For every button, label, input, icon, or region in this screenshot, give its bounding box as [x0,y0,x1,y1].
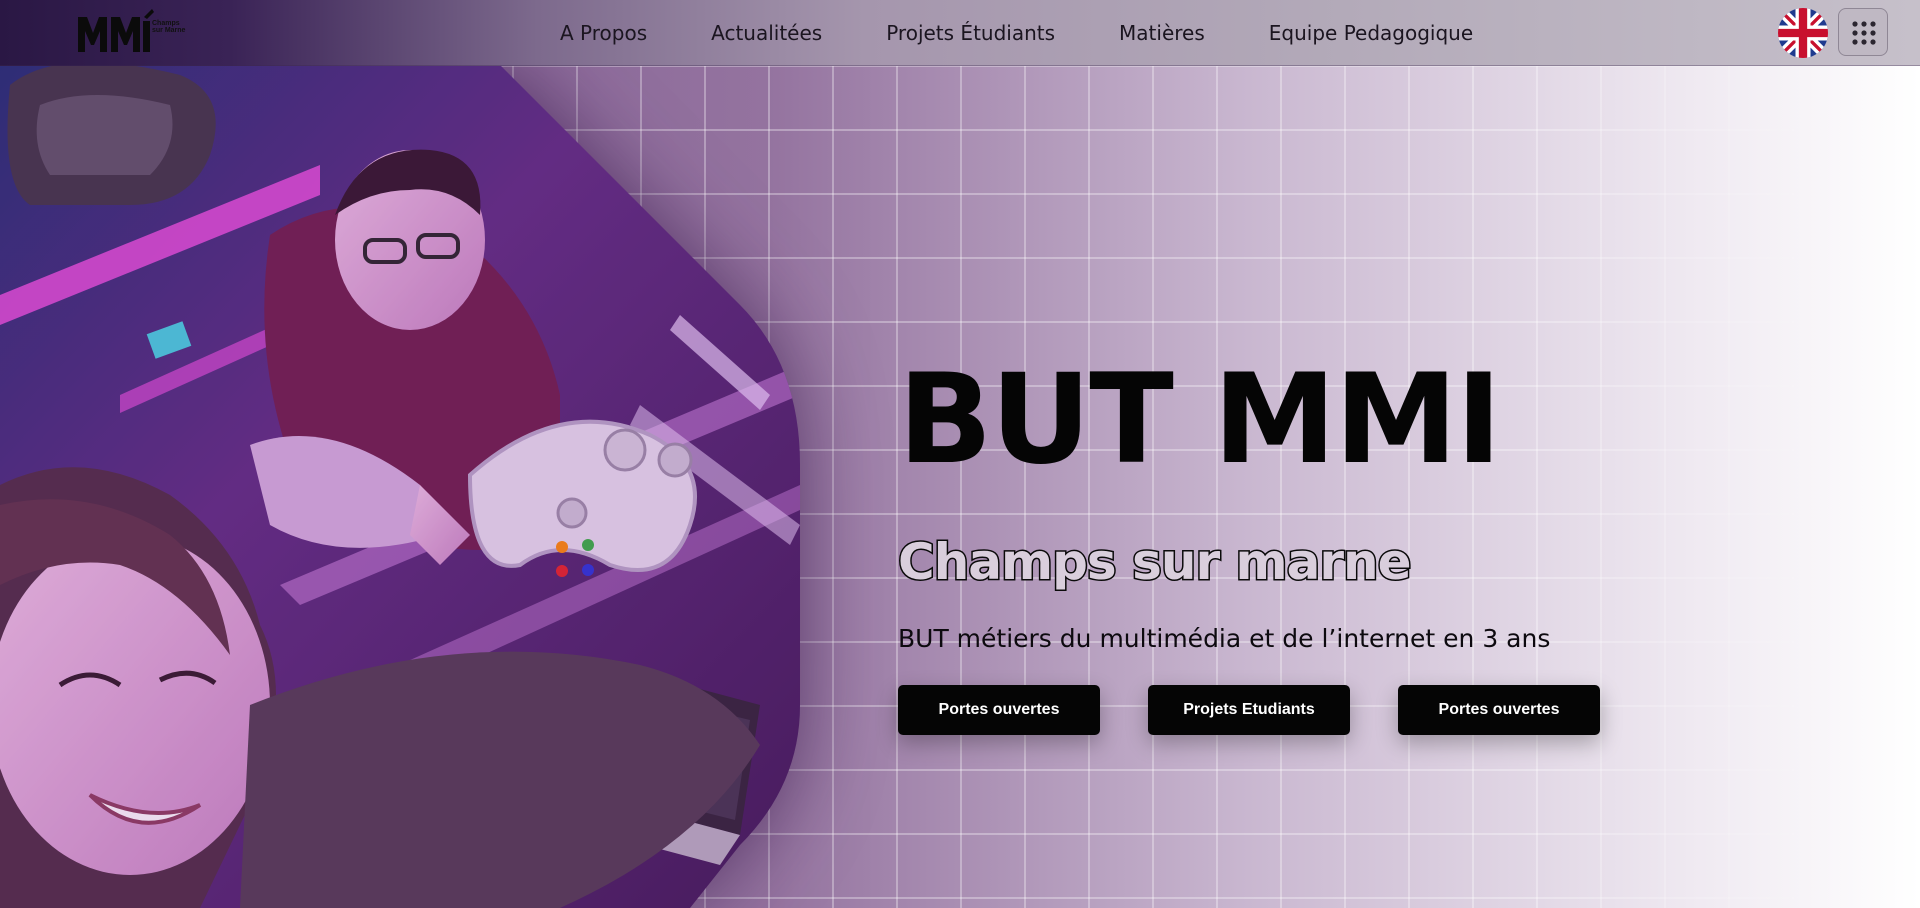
hero-subtitle: Champs sur marne [897,532,1414,593]
portes-ouvertes-button[interactable]: Portes ouvertes [898,685,1100,735]
hero-buttons: Portes ouvertes Projets Etudiants Portes… [898,685,1600,735]
nav-link-projets-etudiants[interactable]: Projets Étudiants [886,21,1055,45]
top-navbar: Champs sur Marne A Propos Actualitées Pr… [0,0,1920,66]
nav-link-a-propos[interactable]: A Propos [560,21,647,45]
hero-photo [0,65,800,908]
grid-menu-icon [1852,21,1876,45]
hero-title: BUT MMI [898,348,1502,492]
hero-description: BUT métiers du multimédia et de l’intern… [898,624,1551,653]
nav-link-actualites[interactable]: Actualitées [711,21,822,45]
projets-etudiants-button[interactable]: Projets Etudiants [1148,685,1350,735]
main-nav: A Propos Actualitées Projets Étudiants M… [560,0,1473,65]
uk-flag-icon[interactable] [1778,8,1828,58]
nav-link-matieres[interactable]: Matières [1119,21,1205,45]
nav-link-equipe-pedagogique[interactable]: Equipe Pedagogique [1269,21,1473,45]
portes-ouvertes-button-2[interactable]: Portes ouvertes [1398,685,1600,735]
grid-menu-button[interactable] [1838,8,1888,56]
logo-tagline: Champs sur Marne [152,20,186,34]
